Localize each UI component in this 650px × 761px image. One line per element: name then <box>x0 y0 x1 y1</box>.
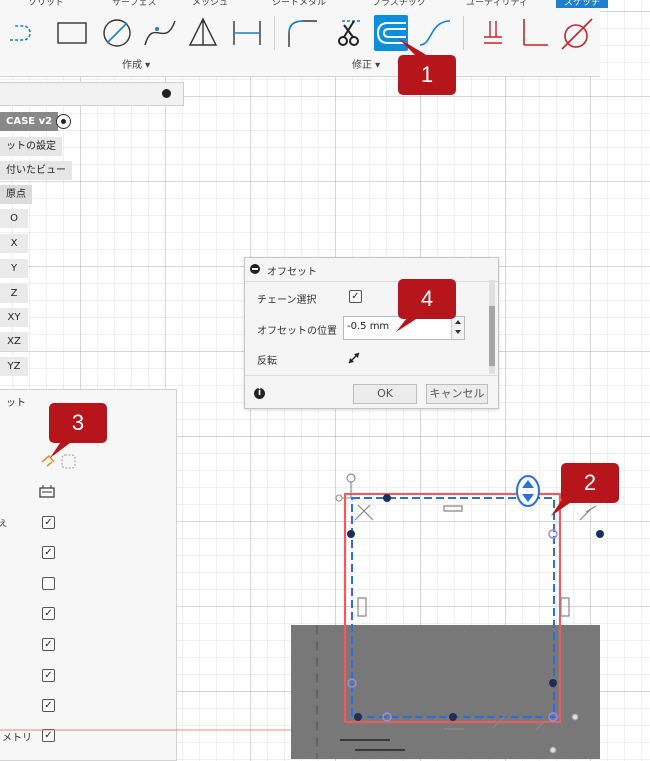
callout-3: 3 <box>49 403 107 443</box>
offset-position-label: オフセットの位置 <box>257 326 337 337</box>
chain-select-label: チェーン選択 <box>257 295 317 306</box>
flip-icon[interactable] <box>347 351 361 365</box>
offset-dialog: オフセット チェーン選択 ✓ オフセットの位置 -0.5 mm 反転 i OK … <box>244 257 499 409</box>
chain-select-checkbox[interactable]: ✓ <box>349 290 362 303</box>
offset-position-value: -0.5 mm <box>347 321 390 332</box>
dialog-header: オフセット <box>245 258 498 282</box>
dialog-title: オフセット <box>267 267 317 278</box>
offset-spinner[interactable] <box>451 317 464 339</box>
callout-4: 4 <box>398 279 456 319</box>
callout-2: 2 <box>561 463 619 503</box>
callout-1: 1 <box>398 55 456 95</box>
info-icon[interactable]: i <box>254 388 265 399</box>
dialog-scrollbar[interactable] <box>489 280 495 374</box>
ok-button[interactable]: OK <box>353 384 417 404</box>
cancel-button[interactable]: キャンセル <box>426 384 488 404</box>
flip-label: 反転 <box>257 356 277 367</box>
offset-direction-handle <box>516 475 540 507</box>
